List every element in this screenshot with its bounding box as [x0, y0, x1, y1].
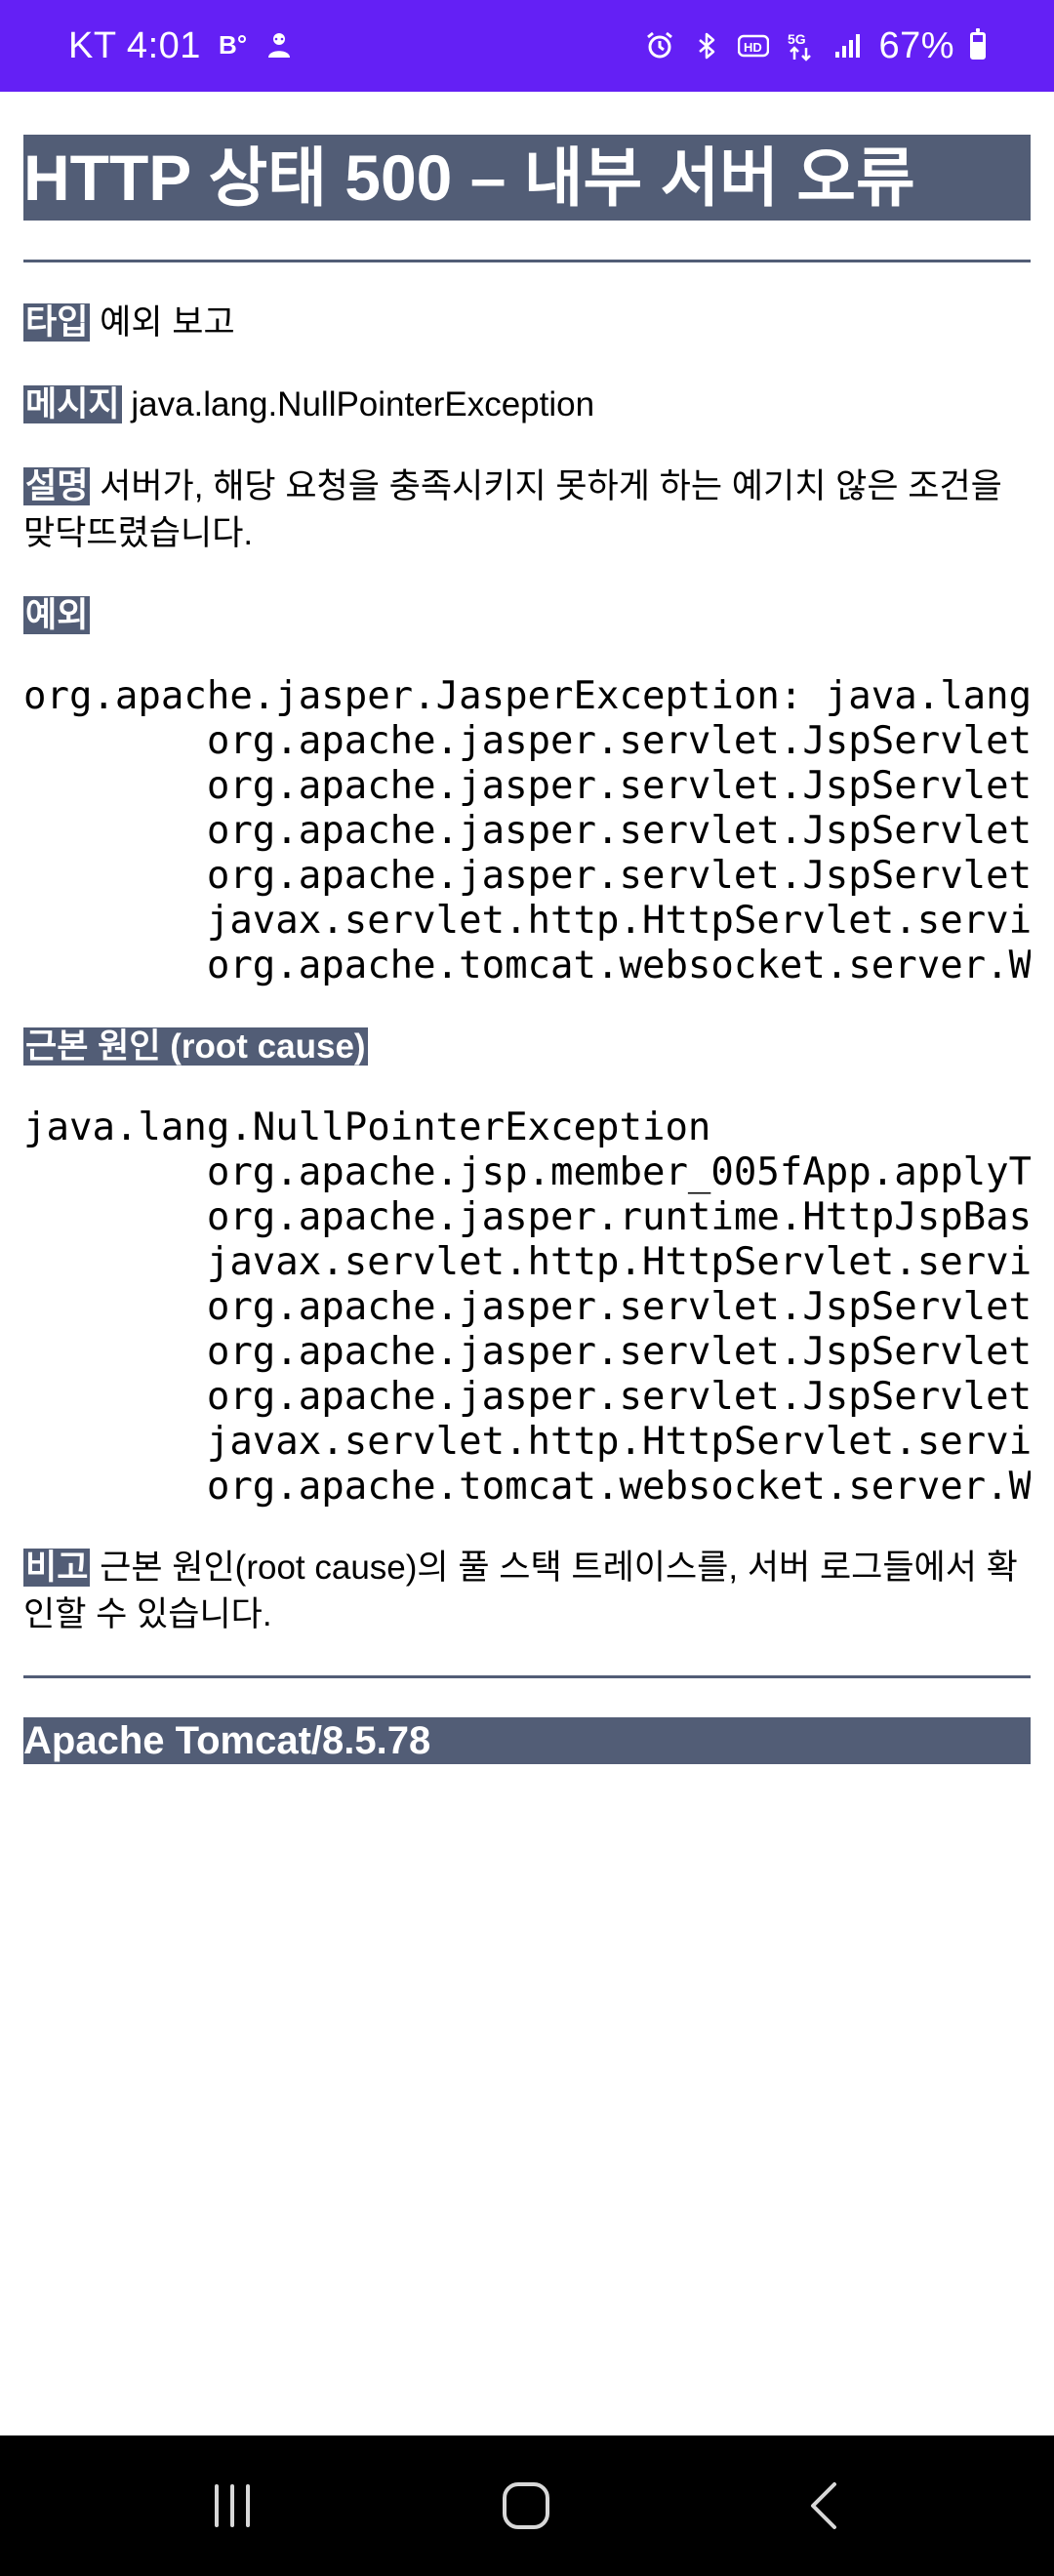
svg-text:5G: 5G [788, 31, 806, 47]
divider-bottom [23, 1675, 1031, 1678]
trace-line: org.apache.jasper.JasperException: java.… [23, 674, 1031, 718]
trace-line: org.apache.tomcat.websocket.server.Ws [23, 1465, 1031, 1509]
recent-apps-icon [215, 2484, 250, 2527]
trace-line: java.lang.NullPointerException [23, 1106, 711, 1149]
bluetooth-icon [691, 30, 722, 61]
type-row: 타입 예외 보고 [23, 300, 1031, 346]
person-icon [264, 30, 295, 61]
type-label: 타입 [23, 303, 91, 342]
hd-icon: HD [738, 30, 770, 61]
trace-line: org.apache.jasper.servlet.JspServlet. [23, 1330, 1031, 1374]
note-value: 근본 원인(root cause)의 풀 스택 트레이스를, 서버 로그들에서 … [23, 1549, 1018, 1633]
message-row: 메시지 java.lang.NullPointerException [23, 382, 1031, 428]
trace-line: org.apache.jasper.servlet.JspServletW [23, 719, 1031, 763]
exception-trace: org.apache.jasper.JasperException: java.… [23, 674, 1031, 988]
description-row: 설명 서버가, 해당 요청을 충족시키지 못하게 하는 예기치 않은 조건을 맞… [23, 463, 1031, 557]
home-button[interactable] [482, 2475, 570, 2537]
status-bar-right: HD 5G 67% [644, 25, 986, 67]
note-label: 비고 [23, 1549, 91, 1587]
alarm-icon [644, 30, 675, 61]
trace-line: org.apache.jasper.servlet.JspServletW [23, 1285, 1031, 1329]
status-bar-left: KT 4:01 B [68, 25, 295, 67]
back-icon [811, 2482, 836, 2529]
home-icon [503, 2482, 549, 2529]
battery-icon [970, 28, 986, 60]
description-label: 설명 [23, 467, 91, 505]
trace-line: org.apache.jasper.servlet.JspServlet. [23, 1375, 1031, 1419]
carrier-time: KT 4:01 [68, 24, 201, 66]
trace-line: javax.servlet.http.HttpServlet.servic [23, 899, 1031, 943]
exception-label: 예외 [23, 596, 91, 634]
root-cause-row: 근본 원인 (root cause) [23, 1024, 1031, 1070]
5g-icon: 5G [785, 30, 816, 61]
root-cause-trace: java.lang.NullPointerException org.apach… [23, 1106, 1031, 1509]
trace-line: org.apache.jasper.runtime.HttpJspBase [23, 1195, 1031, 1239]
battery-fill [973, 42, 983, 57]
signal-icon [831, 30, 863, 61]
description-value: 서버가, 해당 요청을 충족시키지 못하게 하는 예기치 않은 조건을 맞닥뜨렸… [23, 467, 1002, 552]
trace-line: javax.servlet.http.HttpServlet.servic [23, 1420, 1031, 1464]
status-bar: KT 4:01 B HD 5G 67% [0, 0, 1054, 92]
server-version: Apache Tomcat/8.5.78 [23, 1717, 1031, 1764]
navigation-bar [0, 2435, 1054, 2576]
trace-line: org.apache.jasper.servlet.JspServletW [23, 764, 1031, 808]
exception-row: 예외 [23, 592, 1031, 639]
message-value: java.lang.NullPointerException [131, 385, 595, 423]
svg-text:B: B [219, 30, 237, 60]
trace-line: org.apache.jasper.servlet.JspServlet. [23, 809, 1031, 853]
page-title: HTTP 상태 500 – 내부 서버 오류 [23, 135, 1031, 221]
trace-line: org.apache.jsp.member_005fApp.applyTo [23, 1150, 1031, 1194]
back-button[interactable] [781, 2475, 869, 2537]
message-label: 메시지 [23, 385, 122, 423]
trace-line: javax.servlet.http.HttpServlet.servic [23, 1240, 1031, 1284]
b-app-icon: B [217, 30, 248, 61]
type-value: 예외 보고 [100, 303, 235, 342]
battery-percent: 67% [878, 24, 954, 66]
trace-line: org.apache.jasper.servlet.JspServlet. [23, 854, 1031, 898]
root-cause-label: 근본 원인 (root cause) [23, 1027, 368, 1066]
trace-line: org.apache.tomcat.websocket.server.Ws [23, 944, 1031, 987]
divider-top [23, 260, 1031, 262]
recent-apps-button[interactable] [188, 2475, 276, 2537]
error-page: HTTP 상태 500 – 내부 서버 오류 타입 예외 보고 메시지 java… [23, 92, 1031, 1764]
svg-text:HD: HD [744, 40, 762, 55]
note-row: 비고 근본 원인(root cause)의 풀 스택 트레이스를, 서버 로그들… [23, 1545, 1031, 1638]
